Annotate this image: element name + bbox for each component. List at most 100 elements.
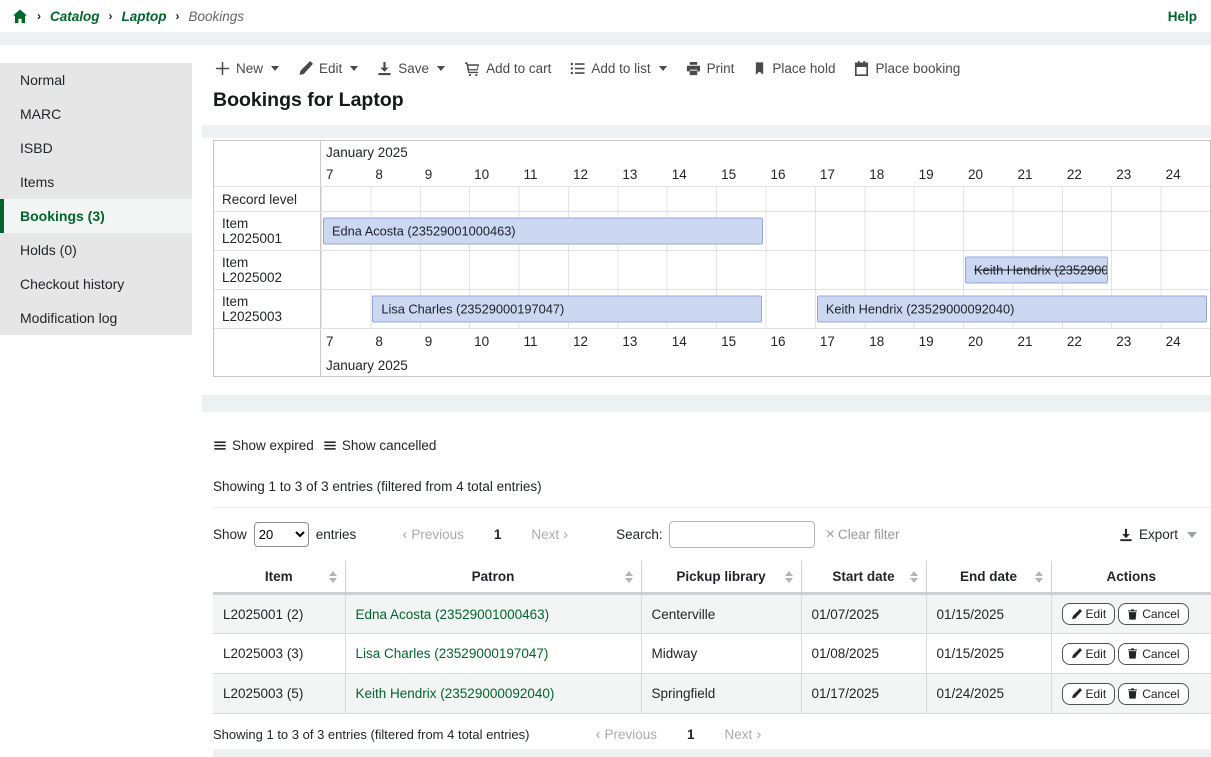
patron-link[interactable]: Lisa Charles (23529000197047) [356,646,549,661]
cancel-booking-button[interactable]: Cancel [1118,683,1188,705]
download-icon [377,61,392,76]
search-input[interactable] [669,521,815,548]
column-header-start-date[interactable]: Start date [801,561,926,594]
next-page-button[interactable]: Next› [531,526,572,543]
add-to-cart-button[interactable]: Add to cart [464,59,551,78]
print-button[interactable]: Print [686,59,735,78]
show-expired-filter[interactable]: Show expired [213,438,314,453]
page-length-select[interactable]: 20 [254,522,309,547]
column-header-pickup-library[interactable]: Pickup library [641,561,801,594]
day-label: 12 [568,329,617,355]
entries-label: entries [316,527,357,542]
edit-button-label: Edit [319,61,342,76]
export-button-label: Export [1139,527,1178,542]
sidebar-item-checkout-history[interactable]: Checkout history [0,267,192,301]
end-date-cell: 01/24/2025 [926,674,1051,714]
timeline-month-label: January 2025 [321,354,1210,376]
previous-page-button[interactable]: ‹Previous [592,726,658,743]
day-label: 8 [370,163,419,186]
booking-bar-keith-hendrix-cancelled[interactable]: Keith Hendrix (23529000092040) [965,257,1108,284]
cancel-booking-button[interactable]: Cancel [1118,643,1188,665]
new-button[interactable]: New [215,59,279,78]
chevron-left-icon: ‹ [402,526,407,543]
end-date-cell: 01/15/2025 [926,594,1051,634]
day-label: 10 [469,329,518,355]
show-cancelled-label: Show cancelled [342,438,437,453]
column-header-item[interactable]: Item [213,561,345,594]
sidebar-item-marc[interactable]: MARC [0,97,192,131]
chevron-down-icon [1187,532,1197,538]
booking-bar-edna-acosta[interactable]: Edna Acosta (23529001000463) [323,218,763,245]
download-icon [1119,528,1133,542]
breadcrumb: › Catalog › Laptop › Bookings Help [0,0,1211,32]
booking-bar-keith-hendrix[interactable]: Keith Hendrix (23529000092040) [817,296,1207,323]
day-label: 19 [914,329,963,355]
place-hold-button[interactable]: Place hold [753,59,835,78]
current-page-number[interactable]: 1 [687,727,695,742]
breadcrumb-laptop[interactable]: Laptop [122,9,167,24]
plus-icon [215,61,230,76]
end-date-cell: 01/15/2025 [926,634,1051,674]
sidebar-item-isbd[interactable]: ISBD [0,131,192,165]
sidebar: Normal MARC ISBD Items Bookings (3) Hold… [0,45,192,335]
add-to-cart-button-label: Add to cart [486,61,551,76]
bookings-table: Item Patron Pickup library Start date En… [213,561,1211,714]
next-page-button[interactable]: Next› [725,726,766,743]
table-row: L2025001 (2) Edna Acosta (23529001000463… [213,594,1211,634]
timeline-track-item-l2025003: Lisa Charles (23529000197047) Keith Hend… [321,290,1210,328]
day-label: 22 [1062,329,1111,355]
bookmark-icon [753,61,766,76]
item-cell: L2025003 (3) [213,634,345,674]
clear-filter-button[interactable]: × Clear filter [826,527,900,543]
help-link[interactable]: Help [1168,9,1197,24]
sidebar-item-normal[interactable]: Normal [0,63,192,97]
sidebar-item-items[interactable]: Items [0,165,192,199]
home-icon[interactable] [12,9,28,24]
day-label: 7 [321,163,370,186]
breadcrumb-separator: › [176,9,180,23]
booking-bar-lisa-charles[interactable]: Lisa Charles (23529000197047) [372,296,762,323]
breadcrumb-catalog[interactable]: Catalog [50,9,100,24]
toolbar: New Edit Save Add to cart Add to list [202,45,1211,78]
patron-link[interactable]: Keith Hendrix (23529000092040) [356,686,555,701]
place-hold-button-label: Place hold [772,61,835,76]
trash-icon [1127,648,1138,659]
current-page-number[interactable]: 1 [494,527,502,542]
add-to-list-button[interactable]: Add to list [570,59,666,78]
divider-band [202,395,1211,412]
sidebar-item-modification-log[interactable]: Modification log [0,301,192,335]
chevron-left-icon: ‹ [596,726,601,743]
item-cell: L2025003 (5) [213,674,345,714]
export-button[interactable]: Export [1119,527,1197,542]
edit-booking-button[interactable]: Edit [1062,643,1116,665]
sidebar-item-bookings[interactable]: Bookings (3) [0,199,192,233]
pickup-library-cell: Springfield [641,674,801,714]
column-header-end-date[interactable]: End date [926,561,1051,594]
pickup-library-cell: Centerville [641,594,801,634]
breadcrumb-separator: › [109,9,113,23]
pencil-icon [1071,648,1082,659]
sort-icon [910,571,918,583]
day-label: 15 [716,329,765,355]
edit-booking-button[interactable]: Edit [1062,603,1116,625]
patron-link[interactable]: Edna Acosta (23529001000463) [356,607,550,622]
trash-icon [1127,688,1138,699]
cancel-booking-button[interactable]: Cancel [1118,603,1188,625]
table-row: L2025003 (5) Keith Hendrix (235290000920… [213,674,1211,714]
show-expired-label: Show expired [232,438,314,453]
chevron-down-icon [659,66,667,71]
save-button[interactable]: Save [377,59,445,78]
sidebar-item-holds[interactable]: Holds (0) [0,233,192,267]
day-label: 17 [815,163,864,186]
timeline-month-label: January 2025 [321,141,1210,163]
start-date-cell: 01/07/2025 [801,594,926,634]
column-header-patron[interactable]: Patron [345,561,641,594]
edit-booking-button[interactable]: Edit [1062,683,1116,705]
day-label: 21 [1012,329,1061,355]
previous-page-button[interactable]: ‹Previous [398,526,464,543]
place-booking-button[interactable]: Place booking [854,59,960,78]
show-cancelled-filter[interactable]: Show cancelled [323,438,437,453]
edit-button[interactable]: Edit [298,59,358,78]
pagination-bottom: ‹Previous 1 Next› [592,726,766,743]
timeline-row-label-item-l2025002: Item L2025002 [214,251,321,289]
